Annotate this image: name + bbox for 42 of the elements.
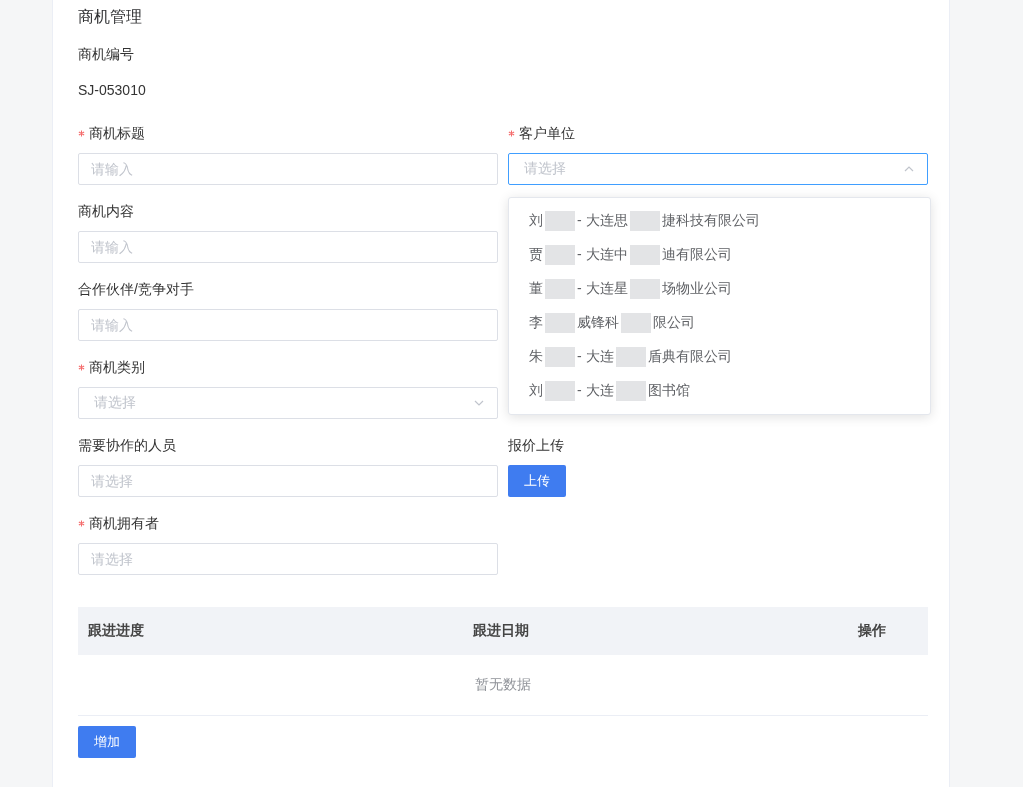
upload-button[interactable]: 上传 (508, 465, 566, 497)
dropdown-option[interactable]: 贾 - 大连中 迪有限公司 (509, 238, 930, 272)
dropdown-option[interactable]: 李 威锋科 限公司 (509, 306, 930, 340)
redaction-patch (629, 211, 660, 231)
text-input-field[interactable]: 请输入 (78, 231, 498, 263)
dropdown-option[interactable]: 董 - 大连星 场物业公司 (509, 272, 930, 306)
field-value: SJ-053010 (78, 81, 146, 100)
field-label: 客户单位 (519, 124, 575, 143)
redaction-patch (621, 313, 651, 333)
redaction-patch (545, 279, 575, 299)
redaction-patch (629, 245, 660, 265)
text-input-field[interactable]: 请输入 (78, 153, 498, 185)
dropdown-option[interactable]: 刘 - 大连 图书馆 (509, 374, 930, 408)
field-label: 商机编号 (78, 45, 134, 64)
column-header: 跟进进度 (88, 622, 144, 640)
select-placeholder: 请选择 (524, 160, 566, 178)
text-input-field[interactable]: 请选择 (78, 465, 498, 497)
field-label: 报价上传 (508, 436, 564, 455)
redaction-patch (545, 211, 575, 231)
redaction-patch (545, 245, 575, 265)
field-label: 合作伙伴/竞争对手 (78, 280, 194, 299)
redaction-patch (629, 279, 660, 299)
dropdown-option[interactable]: 朱 - 大连 盾典有限公司 (509, 340, 930, 374)
column-header: 跟进日期 (473, 622, 529, 640)
field-label: 商机标题 (89, 124, 145, 143)
redaction-patch (615, 381, 646, 401)
select-placeholder: 请选择 (94, 394, 136, 412)
add-button[interactable]: 增加 (78, 726, 136, 758)
field-label: 商机类别 (89, 358, 145, 377)
text-input-field[interactable]: 请选择 (78, 543, 498, 575)
column-header: 操作 (858, 622, 886, 640)
dropdown-option[interactable]: 刘 - 大连思 捷科技有限公司 (509, 204, 930, 238)
redaction-patch (545, 313, 575, 333)
redaction-patch (615, 347, 646, 367)
redaction-patch (545, 381, 575, 401)
field-label: 商机内容 (78, 202, 134, 221)
field-label: 需要协作的人员 (78, 436, 176, 455)
empty-text: 暂无数据 (475, 676, 531, 694)
section-title: 商机管理 (78, 7, 142, 27)
field-label: 商机拥有者 (89, 514, 159, 533)
redaction-patch (545, 347, 575, 367)
text-input-field[interactable]: 请输入 (78, 309, 498, 341)
